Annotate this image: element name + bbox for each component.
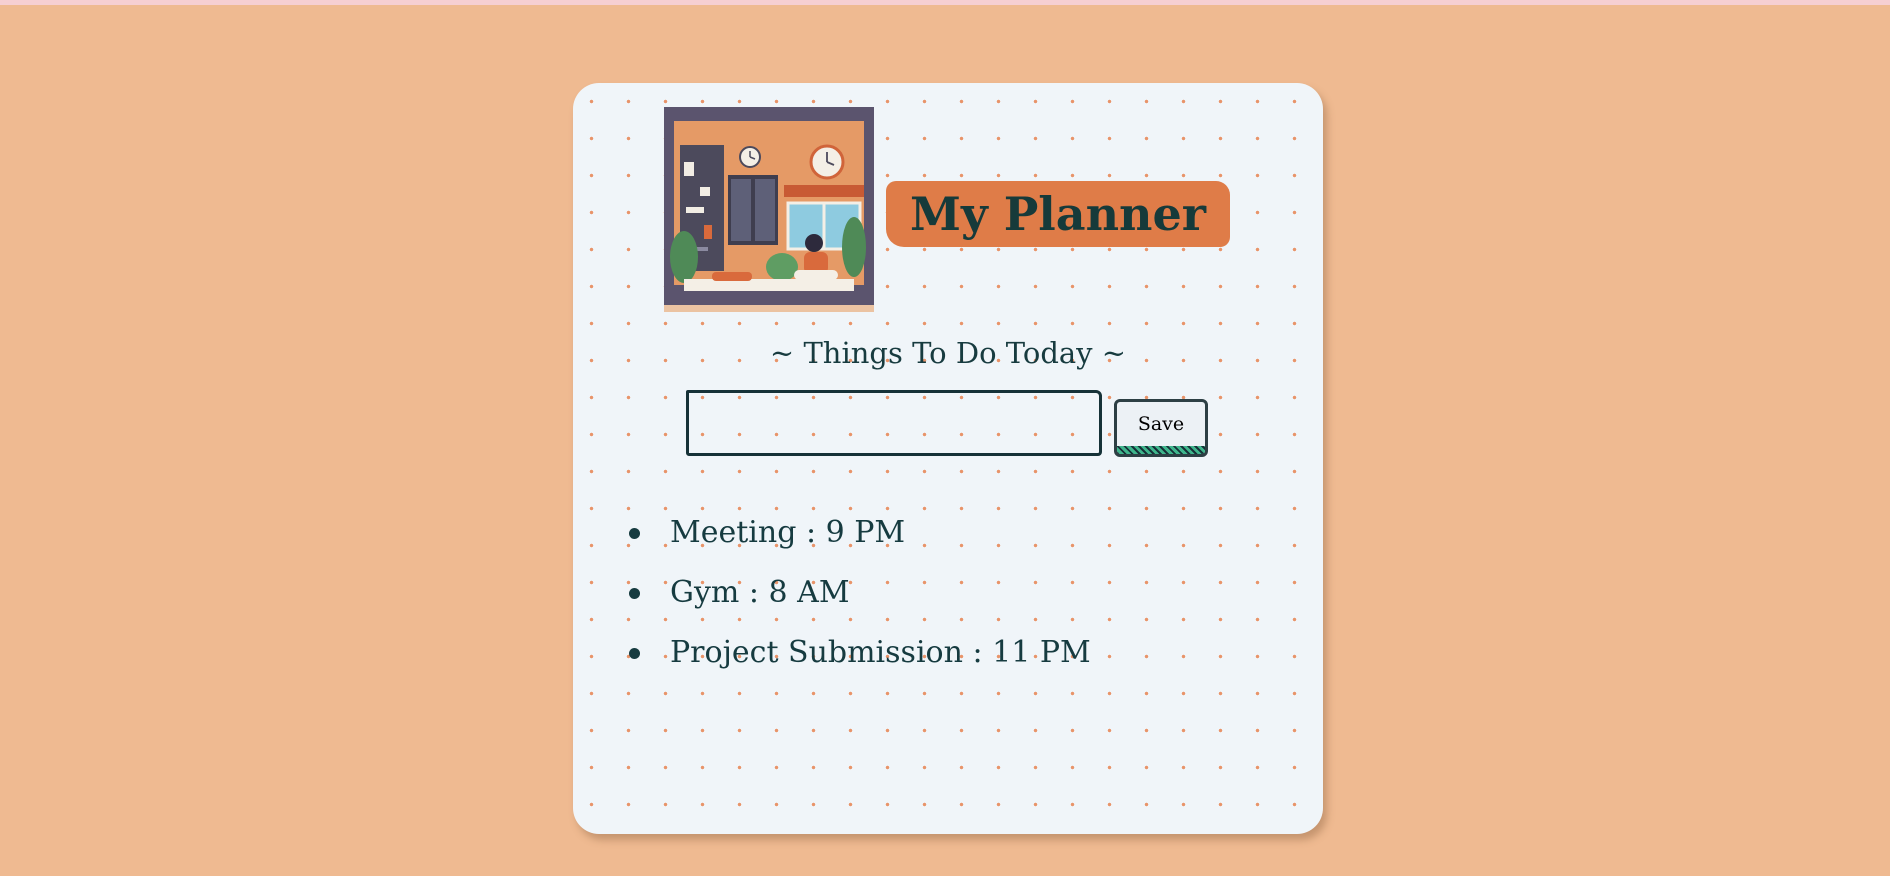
bullet-icon xyxy=(629,588,640,599)
bullet-icon xyxy=(629,528,640,539)
task-input[interactable] xyxy=(686,390,1102,456)
bullet-icon xyxy=(629,648,640,659)
task-list: Meeting : 9 PM Gym : 8 AM Project Submis… xyxy=(629,515,1091,695)
save-button[interactable]: Save xyxy=(1114,399,1208,457)
page-title: My Planner xyxy=(910,187,1206,241)
subtitle: ~ Things To Do Today ~ xyxy=(769,336,1127,370)
task-text: Meeting : 9 PM xyxy=(670,515,906,550)
task-item: Meeting : 9 PM xyxy=(629,515,1091,575)
task-item: Gym : 8 AM xyxy=(629,575,1091,635)
planner-card: My Planner ~ Things To Do Today ~ Save M… xyxy=(573,83,1323,834)
room-illustration xyxy=(664,107,874,312)
save-button-stripe xyxy=(1117,446,1205,454)
task-text: Project Submission : 11 PM xyxy=(670,635,1091,670)
task-item: Project Submission : 11 PM xyxy=(629,635,1091,695)
task-text: Gym : 8 AM xyxy=(670,575,850,610)
title-banner: My Planner xyxy=(886,181,1230,247)
save-button-label: Save xyxy=(1137,413,1185,435)
